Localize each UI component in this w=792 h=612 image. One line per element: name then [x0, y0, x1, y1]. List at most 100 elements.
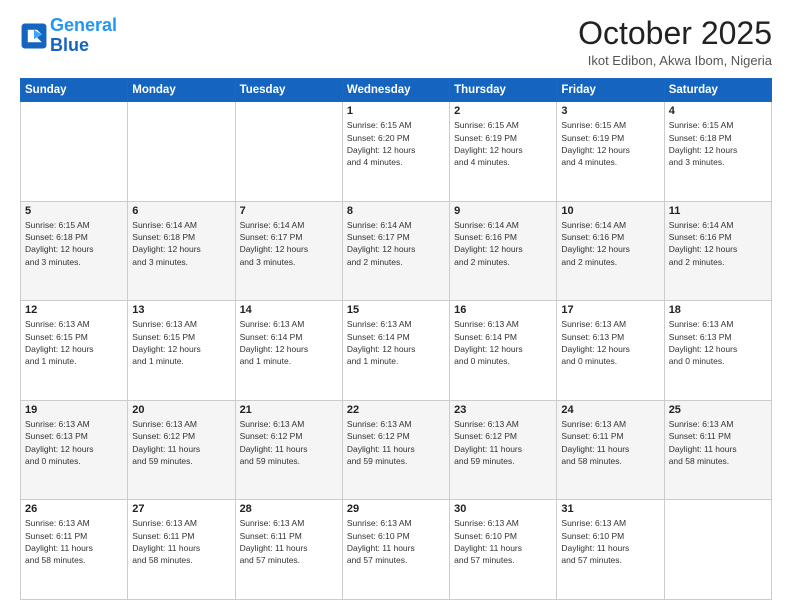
cell-info: Sunrise: 6:15 AM Sunset: 6:19 PM Dayligh… [454, 119, 552, 168]
calendar-cell: 5Sunrise: 6:15 AM Sunset: 6:18 PM Daylig… [21, 201, 128, 301]
day-number: 2 [454, 105, 552, 117]
cell-info: Sunrise: 6:13 AM Sunset: 6:14 PM Dayligh… [240, 318, 338, 367]
month-title: October 2025 [578, 16, 772, 51]
cell-info: Sunrise: 6:13 AM Sunset: 6:10 PM Dayligh… [347, 517, 445, 566]
weekday-header-saturday: Saturday [664, 79, 771, 102]
day-number: 29 [347, 503, 445, 515]
cell-info: Sunrise: 6:14 AM Sunset: 6:17 PM Dayligh… [240, 219, 338, 268]
calendar-cell: 8Sunrise: 6:14 AM Sunset: 6:17 PM Daylig… [342, 201, 449, 301]
cell-info: Sunrise: 6:15 AM Sunset: 6:18 PM Dayligh… [25, 219, 123, 268]
day-number: 28 [240, 503, 338, 515]
calendar-cell [21, 102, 128, 202]
day-number: 4 [669, 105, 767, 117]
calendar-cell: 6Sunrise: 6:14 AM Sunset: 6:18 PM Daylig… [128, 201, 235, 301]
cell-info: Sunrise: 6:13 AM Sunset: 6:11 PM Dayligh… [25, 517, 123, 566]
day-number: 25 [669, 404, 767, 416]
day-number: 3 [561, 105, 659, 117]
day-number: 21 [240, 404, 338, 416]
calendar-cell: 29 Sunrise: 6:13 AM Sunset: 6:10 PM Dayli… [342, 500, 449, 600]
calendar-cell: 24 Sunrise: 6:13 AM Sunset: 6:11 PM Dayli… [557, 400, 664, 500]
day-number: 23 [454, 404, 552, 416]
week-row-4: 26 Sunrise: 6:13 AM Sunset: 6:11 PM Dayli… [21, 500, 772, 600]
cell-info: Sunrise: 6:13 AM Sunset: 6:11 PM Dayligh… [561, 418, 659, 467]
logo-blue: Blue [50, 35, 89, 55]
cell-info: Sunrise: 6:13 AM Sunset: 6:14 PM Dayligh… [454, 318, 552, 367]
calendar-cell: 4 Sunrise: 6:15 AM Sunset: 6:18 PM Daylig… [664, 102, 771, 202]
calendar-cell: 2 Sunrise: 6:15 AM Sunset: 6:19 PM Daylig… [450, 102, 557, 202]
header: General Blue October 2025 Ikot Edibon, A… [20, 16, 772, 68]
calendar-cell: 25 Sunrise: 6:13 AM Sunset: 6:11 PM Dayli… [664, 400, 771, 500]
calendar-cell: 22Sunrise: 6:13 AM Sunset: 6:12 PM Dayli… [342, 400, 449, 500]
cell-info: Sunrise: 6:13 AM Sunset: 6:12 PM Dayligh… [347, 418, 445, 467]
day-number: 24 [561, 404, 659, 416]
calendar-cell: 10 Sunrise: 6:14 AM Sunset: 6:16 PM Dayli… [557, 201, 664, 301]
cell-info: Sunrise: 6:15 AM Sunset: 6:18 PM Dayligh… [669, 119, 767, 168]
cell-info: Sunrise: 6:13 AM Sunset: 6:11 PM Dayligh… [669, 418, 767, 467]
logo-general: General [50, 15, 117, 35]
day-number: 13 [132, 304, 230, 316]
cell-info: Sunrise: 6:14 AM Sunset: 6:18 PM Dayligh… [132, 219, 230, 268]
cell-info: Sunrise: 6:15 AM Sunset: 6:20 PM Dayligh… [347, 119, 445, 168]
weekday-header-wednesday: Wednesday [342, 79, 449, 102]
cell-info: Sunrise: 6:13 AM Sunset: 6:15 PM Dayligh… [132, 318, 230, 367]
calendar-cell: 11Sunrise: 6:14 AM Sunset: 6:16 PM Dayli… [664, 201, 771, 301]
cell-info: Sunrise: 6:13 AM Sunset: 6:13 PM Dayligh… [25, 418, 123, 467]
week-row-0: 1 Sunrise: 6:15 AM Sunset: 6:20 PM Daylig… [21, 102, 772, 202]
cell-info: Sunrise: 6:13 AM Sunset: 6:15 PM Dayligh… [25, 318, 123, 367]
page: General Blue October 2025 Ikot Edibon, A… [0, 0, 792, 612]
calendar-cell: 18 Sunrise: 6:13 AM Sunset: 6:13 PM Dayli… [664, 301, 771, 401]
weekday-header-tuesday: Tuesday [235, 79, 342, 102]
calendar-cell: 15 Sunrise: 6:13 AM Sunset: 6:14 PM Dayli… [342, 301, 449, 401]
week-row-2: 12 Sunrise: 6:13 AM Sunset: 6:15 PM Dayli… [21, 301, 772, 401]
cell-info: Sunrise: 6:13 AM Sunset: 6:12 PM Dayligh… [132, 418, 230, 467]
day-number: 9 [454, 205, 552, 217]
location: Ikot Edibon, Akwa Ibom, Nigeria [578, 53, 772, 68]
calendar-cell: 31 Sunrise: 6:13 AM Sunset: 6:10 PM Dayli… [557, 500, 664, 600]
calendar-cell: 28 Sunrise: 6:13 AM Sunset: 6:11 PM Dayli… [235, 500, 342, 600]
cell-info: Sunrise: 6:15 AM Sunset: 6:19 PM Dayligh… [561, 119, 659, 168]
day-number: 14 [240, 304, 338, 316]
cell-info: Sunrise: 6:13 AM Sunset: 6:12 PM Dayligh… [240, 418, 338, 467]
weekday-header-thursday: Thursday [450, 79, 557, 102]
calendar-cell: 9Sunrise: 6:14 AM Sunset: 6:16 PM Daylig… [450, 201, 557, 301]
day-number: 18 [669, 304, 767, 316]
title-area: October 2025 Ikot Edibon, Akwa Ibom, Nig… [578, 16, 772, 68]
calendar-cell: 1 Sunrise: 6:15 AM Sunset: 6:20 PM Daylig… [342, 102, 449, 202]
cell-info: Sunrise: 6:14 AM Sunset: 6:16 PM Dayligh… [561, 219, 659, 268]
cell-info: Sunrise: 6:13 AM Sunset: 6:10 PM Dayligh… [561, 517, 659, 566]
calendar-cell [235, 102, 342, 202]
cell-info: Sunrise: 6:13 AM Sunset: 6:14 PM Dayligh… [347, 318, 445, 367]
cell-info: Sunrise: 6:14 AM Sunset: 6:16 PM Dayligh… [669, 219, 767, 268]
calendar-cell: 26 Sunrise: 6:13 AM Sunset: 6:11 PM Dayli… [21, 500, 128, 600]
cell-info: Sunrise: 6:14 AM Sunset: 6:17 PM Dayligh… [347, 219, 445, 268]
weekday-header-row: SundayMondayTuesdayWednesdayThursdayFrid… [21, 79, 772, 102]
day-number: 12 [25, 304, 123, 316]
day-number: 1 [347, 105, 445, 117]
day-number: 20 [132, 404, 230, 416]
day-number: 16 [454, 304, 552, 316]
calendar-cell: 14 Sunrise: 6:13 AM Sunset: 6:14 PM Dayli… [235, 301, 342, 401]
day-number: 7 [240, 205, 338, 217]
day-number: 31 [561, 503, 659, 515]
calendar-cell: 3 Sunrise: 6:15 AM Sunset: 6:19 PM Daylig… [557, 102, 664, 202]
weekday-header-monday: Monday [128, 79, 235, 102]
day-number: 30 [454, 503, 552, 515]
calendar-cell [664, 500, 771, 600]
cell-info: Sunrise: 6:13 AM Sunset: 6:11 PM Dayligh… [132, 517, 230, 566]
cell-info: Sunrise: 6:13 AM Sunset: 6:12 PM Dayligh… [454, 418, 552, 467]
day-number: 17 [561, 304, 659, 316]
day-number: 10 [561, 205, 659, 217]
day-number: 15 [347, 304, 445, 316]
calendar-cell [128, 102, 235, 202]
day-number: 26 [25, 503, 123, 515]
calendar-cell: 12 Sunrise: 6:13 AM Sunset: 6:15 PM Dayli… [21, 301, 128, 401]
week-row-1: 5Sunrise: 6:15 AM Sunset: 6:18 PM Daylig… [21, 201, 772, 301]
day-number: 19 [25, 404, 123, 416]
week-row-3: 19 Sunrise: 6:13 AM Sunset: 6:13 PM Dayli… [21, 400, 772, 500]
cell-info: Sunrise: 6:13 AM Sunset: 6:13 PM Dayligh… [669, 318, 767, 367]
cell-info: Sunrise: 6:13 AM Sunset: 6:11 PM Dayligh… [240, 517, 338, 566]
calendar-cell: 7 Sunrise: 6:14 AM Sunset: 6:17 PM Daylig… [235, 201, 342, 301]
cell-info: Sunrise: 6:13 AM Sunset: 6:10 PM Dayligh… [454, 517, 552, 566]
calendar-cell: 23 Sunrise: 6:13 AM Sunset: 6:12 PM Dayli… [450, 400, 557, 500]
weekday-header-sunday: Sunday [21, 79, 128, 102]
